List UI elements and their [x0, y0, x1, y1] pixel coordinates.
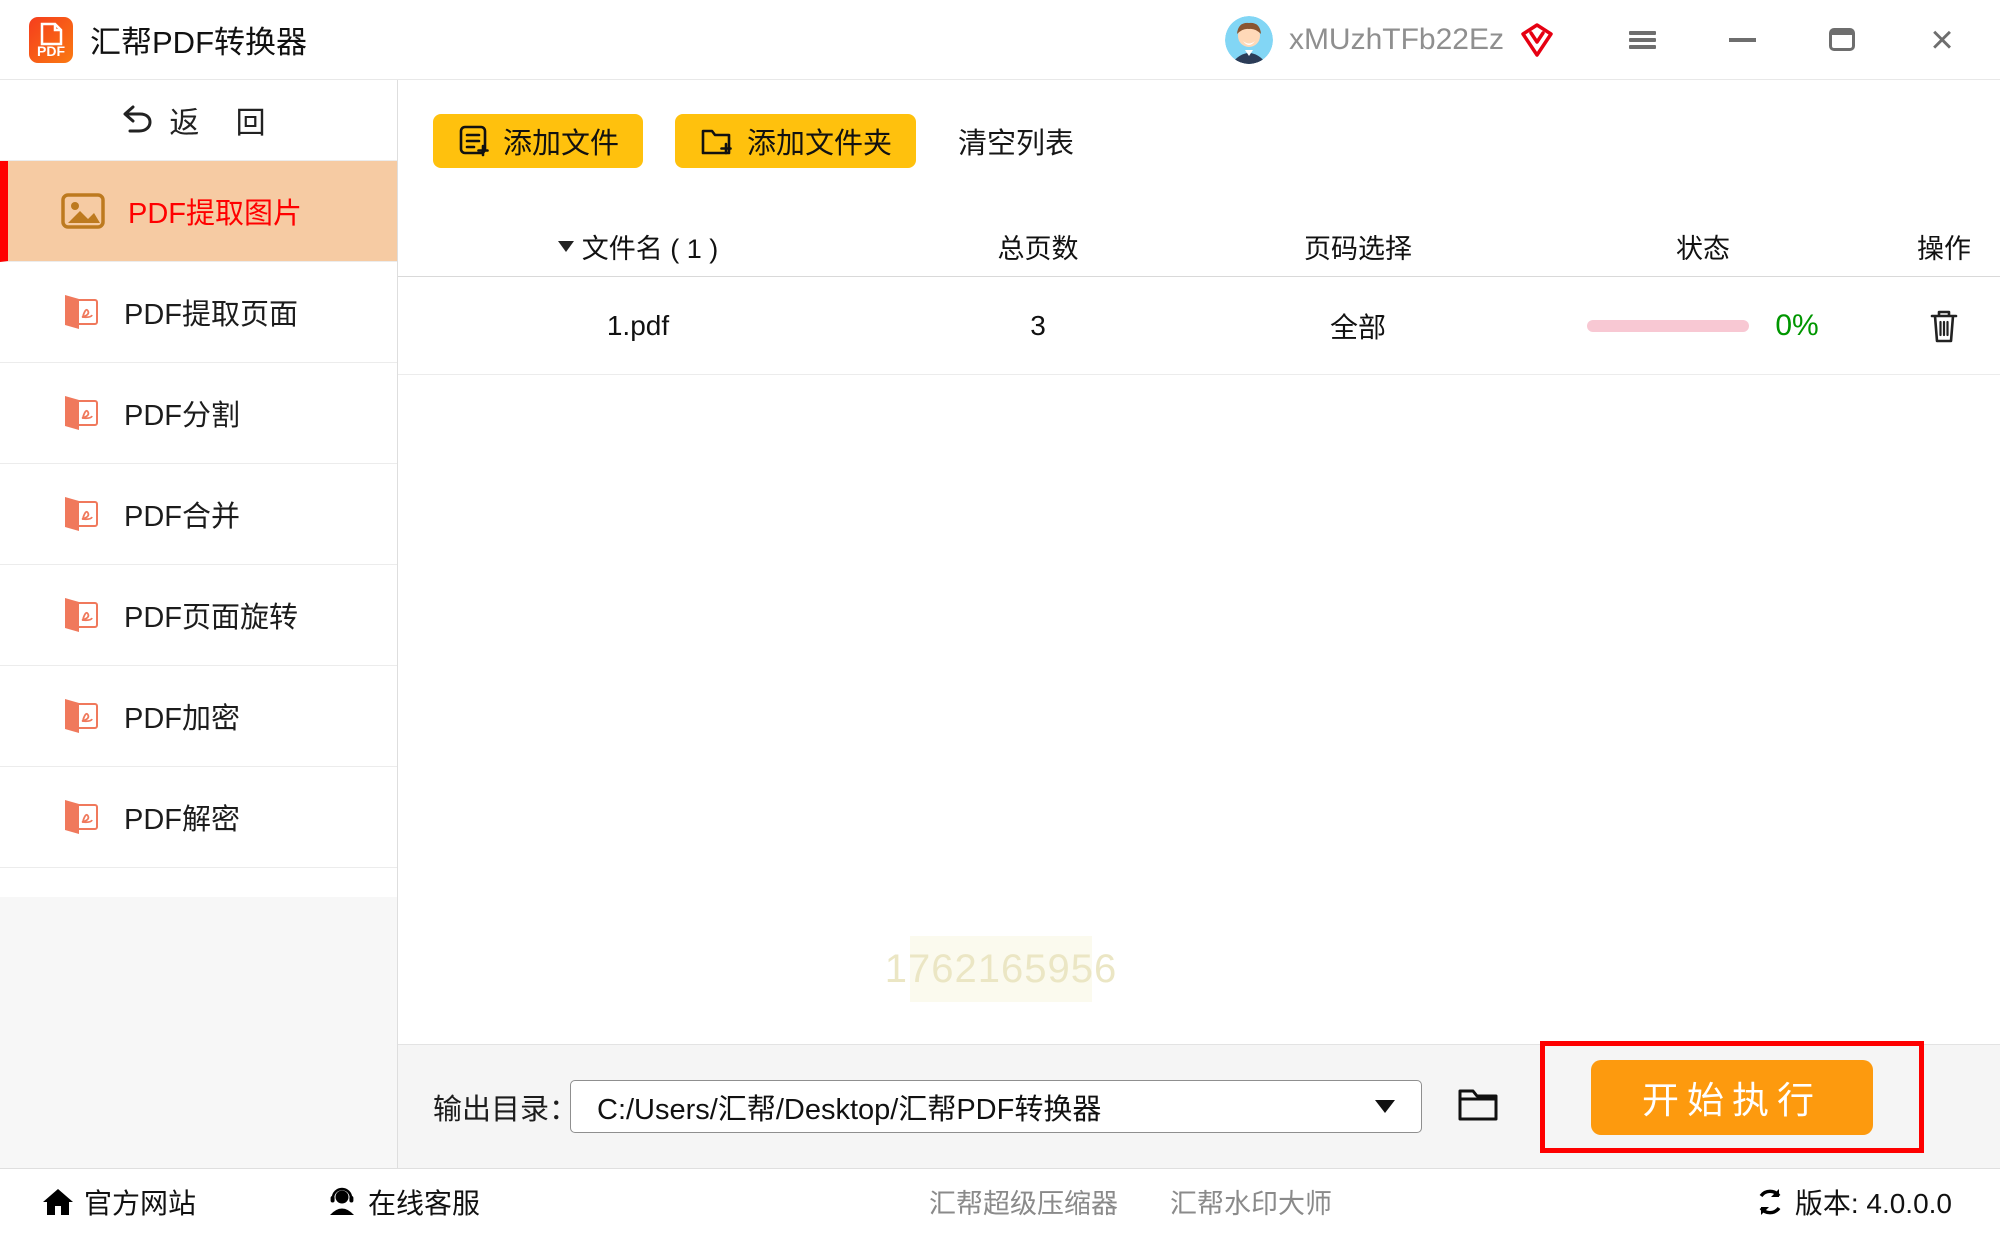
titlebar: PDF 汇帮PDF转换器 xMUzhTFb22Ez ×	[0, 0, 2000, 80]
back-label: 返 回	[169, 98, 279, 142]
sidebar-item-label: PDF页面旋转	[124, 594, 298, 636]
progress-percent: 0%	[1775, 309, 1818, 343]
minimize-button[interactable]	[1712, 10, 1772, 70]
version-info: 版本: 4.0.0.0	[1755, 1182, 1952, 1222]
sidebar-item-label: PDF分割	[124, 392, 240, 434]
folder-icon	[1454, 1083, 1502, 1125]
online-service-label: 在线客服	[368, 1182, 480, 1222]
browse-folder-button[interactable]	[1454, 1083, 1502, 1128]
pdf-book-icon	[60, 696, 102, 736]
image-icon	[60, 191, 106, 231]
back-arrow-icon	[117, 105, 153, 135]
menu-icon[interactable]	[1612, 10, 1672, 70]
clear-list-button[interactable]: 清空列表	[958, 120, 1074, 162]
sidebar-item-pdf-split[interactable]: PDF分割	[0, 363, 397, 464]
column-header-action: 操作	[1888, 227, 2000, 266]
row-page-select[interactable]: 全部	[1198, 306, 1518, 346]
back-button[interactable]: 返 回	[0, 80, 397, 161]
pdf-book-icon	[60, 494, 102, 534]
sort-caret-icon	[558, 241, 574, 252]
username[interactable]: xMUzhTFb22Ez	[1289, 23, 1504, 57]
add-file-label: 添加文件	[503, 120, 619, 162]
sidebar-item-pdf-extract-page[interactable]: PDF提取页面	[0, 262, 397, 363]
output-dir-path: C:/Users/汇帮/Desktop/汇帮PDF转换器	[597, 1086, 1375, 1128]
app-shell: 返 回 PDF提取图片 PDF提取页面	[0, 80, 2000, 1168]
official-site-label: 官方网站	[84, 1182, 196, 1222]
sidebar-filler-gray	[0, 897, 397, 1168]
online-service-link[interactable]: 在线客服	[326, 1182, 480, 1222]
sidebar-item-label: PDF合并	[124, 493, 240, 535]
table-header: 文件名 ( 1 ) 总页数 页码选择 状态 操作	[398, 216, 2000, 277]
pdf-book-icon	[60, 595, 102, 635]
column-header-status: 状态	[1518, 227, 1888, 266]
sidebar-item-label: PDF加密	[124, 695, 240, 737]
close-button[interactable]: ×	[1912, 10, 1972, 70]
pdf-book-icon	[60, 797, 102, 837]
add-folder-icon	[699, 124, 735, 158]
user-avatar[interactable]	[1225, 16, 1273, 64]
product-link-watermark[interactable]: 汇帮水印大师	[1170, 1182, 1332, 1221]
product-link-compressor[interactable]: 汇帮超级压缩器	[929, 1182, 1118, 1221]
trash-icon	[1928, 308, 1960, 344]
row-status: 0%	[1518, 309, 1888, 343]
add-folder-button[interactable]: 添加文件夹	[675, 114, 916, 168]
pdf-book-icon	[60, 393, 102, 433]
official-site-link[interactable]: 官方网站	[42, 1182, 196, 1222]
add-file-icon	[457, 124, 491, 158]
sidebar-item-pdf-extract-image[interactable]: PDF提取图片	[0, 161, 397, 262]
sidebar-item-pdf-merge[interactable]: PDF合并	[0, 464, 397, 565]
row-action	[1888, 308, 2000, 344]
sidebar: 返 回 PDF提取图片 PDF提取页面	[0, 80, 398, 1168]
version-label: 版本: 4.0.0.0	[1795, 1182, 1952, 1222]
row-pages: 3	[878, 310, 1198, 342]
add-folder-label: 添加文件夹	[747, 120, 892, 162]
refresh-icon[interactable]	[1755, 1187, 1785, 1217]
footer: 官方网站 在线客服 汇帮超级压缩器 汇帮水印大师 版本: 4.0.0.0	[0, 1168, 2000, 1234]
sidebar-item-pdf-encrypt[interactable]: PDF加密	[0, 666, 397, 767]
home-icon	[42, 1187, 74, 1217]
sidebar-item-label: PDF提取图片	[128, 190, 302, 232]
sidebar-item-label: PDF解密	[124, 796, 240, 838]
sidebar-item-label: PDF提取页面	[124, 291, 298, 333]
column-header-filename[interactable]: 文件名 ( 1 )	[398, 227, 878, 266]
start-execute-button[interactable]: 开始执行	[1591, 1060, 1873, 1135]
progress-bar	[1587, 320, 1749, 332]
maximize-button[interactable]	[1812, 10, 1872, 70]
dropdown-caret-icon	[1375, 1100, 1395, 1113]
column-header-page-select: 页码选择	[1198, 227, 1518, 266]
app-title: 汇帮PDF转换器	[90, 17, 307, 62]
svg-text:PDF: PDF	[37, 43, 65, 59]
output-dir-label: 输出目录：	[433, 1045, 578, 1168]
main-content: 添加文件 添加文件夹 清空列表 文件名 ( 1 ) 总页数 页码选择 状态	[398, 80, 2000, 1168]
toolbar: 添加文件 添加文件夹 清空列表	[433, 114, 1074, 168]
highlight-annotation-box: 开始执行	[1540, 1041, 1924, 1153]
output-dir-dropdown[interactable]: C:/Users/汇帮/Desktop/汇帮PDF转换器	[570, 1080, 1422, 1133]
row-filename: 1.pdf	[398, 310, 878, 342]
column-header-pages: 总页数	[878, 227, 1198, 266]
customer-service-icon	[326, 1186, 358, 1218]
watermark: 1762165956	[910, 936, 1092, 1002]
pdf-book-icon	[60, 292, 102, 332]
add-file-button[interactable]: 添加文件	[433, 114, 643, 168]
delete-row-button[interactable]	[1928, 308, 1960, 344]
sidebar-item-pdf-rotate[interactable]: PDF页面旋转	[0, 565, 397, 666]
app-logo-pdf-icon: PDF	[28, 16, 74, 64]
vip-badge-icon[interactable]	[1518, 21, 1556, 59]
sidebar-filler	[0, 868, 397, 897]
table-row[interactable]: 1.pdf 3 全部 0%	[398, 277, 2000, 375]
sidebar-item-pdf-decrypt[interactable]: PDF解密	[0, 767, 397, 868]
